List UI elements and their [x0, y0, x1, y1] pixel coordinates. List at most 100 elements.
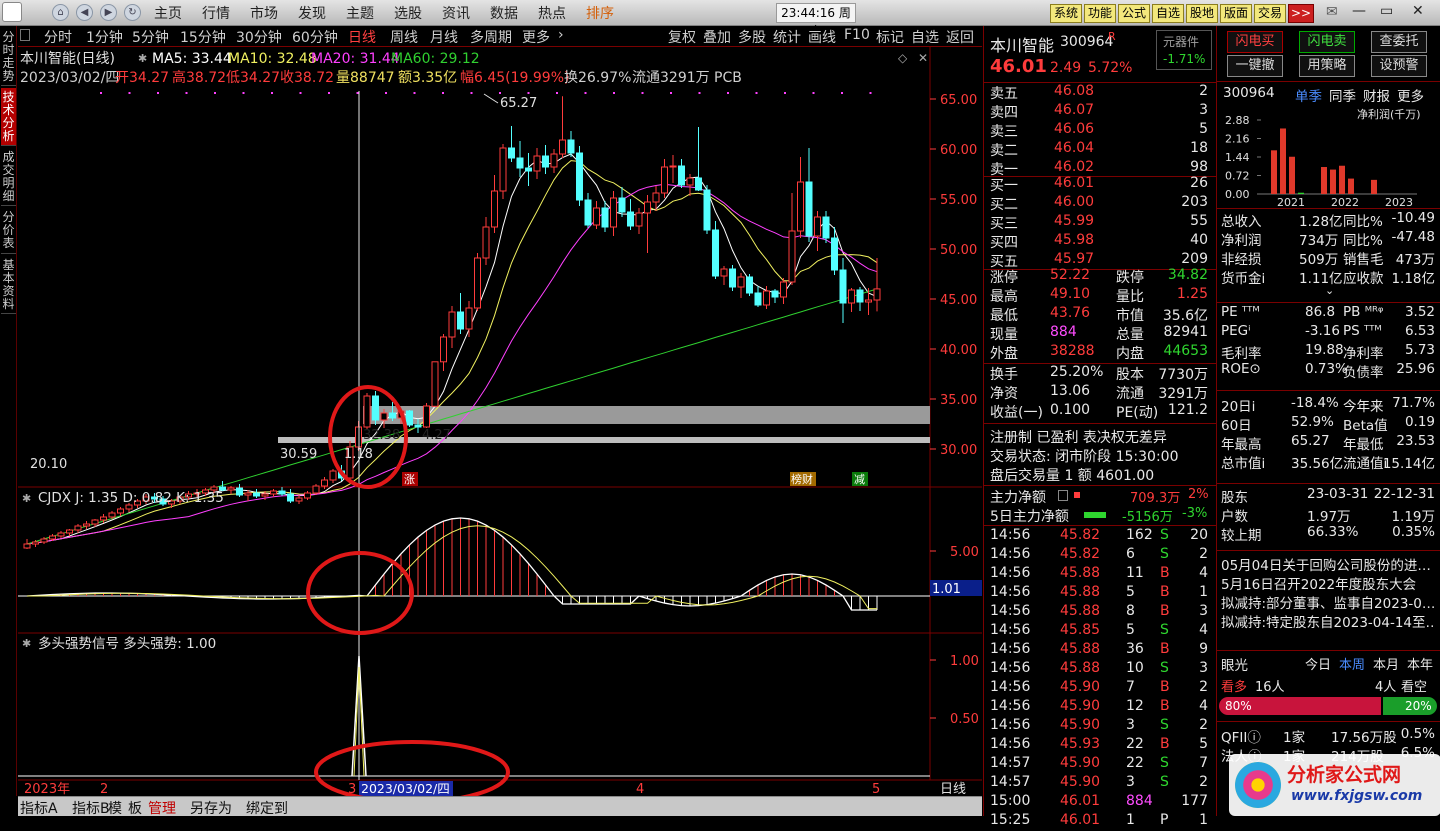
- expand-chevron-icon[interactable]: ⌄: [1325, 284, 1334, 297]
- flash-sell-button[interactable]: 闪电卖: [1299, 31, 1355, 53]
- period-daily[interactable]: 日线: [348, 27, 376, 47]
- period-30min[interactable]: 30分钟: [236, 27, 282, 47]
- tool-draw[interactable]: 画线: [808, 27, 836, 47]
- tickrows-row[interactable]: 14:56 45.90 3 S 2: [990, 717, 1212, 736]
- askrows-row[interactable]: 卖二 46.04 18: [990, 140, 1212, 159]
- watchlist-button[interactable]: 自选: [1152, 4, 1184, 23]
- board-tab[interactable]: 板: [128, 798, 142, 818]
- period-monthly[interactable]: 月线: [430, 27, 458, 47]
- bidrows-row[interactable]: 买二 46.00 203: [990, 194, 1212, 213]
- minimize-icon[interactable]: —: [1352, 3, 1366, 19]
- menu-hot[interactable]: 热点: [538, 3, 566, 23]
- valrows-row[interactable]: 毛利率 19.88 净利率 5.73: [1221, 342, 1437, 362]
- tool-multi-stock[interactable]: 多股: [738, 27, 766, 47]
- valrows-row[interactable]: PEGⁱ -3.16 PS ᵀᵀᴹ 6.53: [1221, 323, 1437, 342]
- trade-button[interactable]: 交易: [1254, 4, 1286, 23]
- view-tab-today[interactable]: 今日: [1305, 654, 1331, 673]
- tickrows-row[interactable]: 14:56 45.88 10 S 3: [990, 660, 1212, 679]
- bidrows-row[interactable]: 买四 45.98 40: [990, 232, 1212, 251]
- kline-settings-icon[interactable]: ✱: [138, 52, 147, 65]
- tab-fundamentals[interactable]: 基本资料: [1, 256, 16, 314]
- tickrows-row[interactable]: 14:56 45.82 162 S 20: [990, 527, 1212, 546]
- function-button[interactable]: 功能: [1084, 4, 1116, 23]
- tool-watchlist[interactable]: 自选: [911, 27, 939, 47]
- perfrows-row[interactable]: 总市值i 35.56亿 流通值i 15.14亿: [1221, 452, 1437, 472]
- period-60min[interactable]: 60分钟: [292, 27, 338, 47]
- indicator-a-tab[interactable]: 指标A: [20, 798, 58, 818]
- signal-settings-icon[interactable]: ✱: [22, 637, 31, 650]
- perfrows-row[interactable]: 20日i -18.4% 今年来 71.7%: [1221, 395, 1437, 415]
- tickrows-row[interactable]: 15:25 46.01 1 P 1: [990, 812, 1212, 831]
- tickrows-row[interactable]: 14:56 45.88 11 B 4: [990, 565, 1212, 584]
- forward-nav-icon[interactable]: ▶: [100, 4, 117, 21]
- tickrows-row[interactable]: 14:56 45.90 12 B 4: [990, 698, 1212, 717]
- period-weekly[interactable]: 周线: [390, 27, 418, 47]
- menu-sort[interactable]: 排序: [586, 3, 614, 23]
- bidrows-row[interactable]: 买三 45.99 55: [990, 213, 1212, 232]
- tab-technical[interactable]: 技术分析: [1, 88, 16, 146]
- close-icon[interactable]: ✕: [1412, 3, 1424, 19]
- main-net-icon[interactable]: [1058, 490, 1068, 501]
- panel-close-icon[interactable]: ✕: [918, 51, 928, 65]
- holderrows-row[interactable]: 户数 1.97万 1.19万: [1221, 505, 1437, 525]
- statrows-row[interactable]: 外盘 38288 内盘 44653: [990, 343, 1212, 362]
- statrows-row[interactable]: 最低 43.76 市值 35.6亿: [990, 305, 1212, 324]
- statrows2-row[interactable]: 收益(一) 0.100 PE(动) 121.2: [990, 402, 1212, 421]
- view-tab-month[interactable]: 本月: [1373, 654, 1399, 673]
- menu-data[interactable]: 数据: [490, 3, 518, 23]
- period-5min[interactable]: 5分钟: [132, 27, 169, 47]
- back-nav-icon[interactable]: ◀: [76, 4, 93, 21]
- billboard-tag[interactable]: 榜财: [791, 472, 813, 486]
- formula-button[interactable]: 公式: [1118, 4, 1150, 23]
- askrows-row[interactable]: 卖四 46.07 3: [990, 102, 1212, 121]
- tool-f10[interactable]: F10: [844, 27, 870, 43]
- menu-discover[interactable]: 发现: [298, 3, 326, 23]
- tab-trade-detail[interactable]: 成交明细: [1, 148, 16, 206]
- tool-stats[interactable]: 统计: [773, 27, 801, 47]
- tickrows-row[interactable]: 14:57 45.90 22 S 7: [990, 755, 1212, 774]
- bind-to-tab[interactable]: 绑定到: [246, 798, 288, 818]
- chevron-right-icon[interactable]: ›: [558, 27, 564, 43]
- set-alert-button[interactable]: 设预警: [1371, 55, 1427, 77]
- tool-back[interactable]: 返回: [946, 27, 974, 47]
- cancel-all-button[interactable]: 一键撤: [1227, 55, 1283, 77]
- tickrows-row[interactable]: 14:56 45.82 6 S 2: [990, 546, 1212, 565]
- layout-button[interactable]: 版面: [1220, 4, 1252, 23]
- statrows-row[interactable]: 涨停 52.22 跌停 34.82: [990, 267, 1212, 286]
- newsrows-row[interactable]: 05月04日关于回购公司股份的进…: [1221, 554, 1437, 574]
- panel-collapse-icon[interactable]: ◇: [898, 51, 908, 65]
- period-more[interactable]: 更多: [522, 27, 550, 47]
- cjdx-settings-icon[interactable]: ✱: [22, 492, 31, 505]
- tickrows-row[interactable]: 14:56 45.88 5 B 1: [990, 584, 1212, 603]
- holderrows-row[interactable]: 较上期 66.33% 0.35%: [1221, 524, 1437, 544]
- statrows-row[interactable]: 最高 49.10 量比 1.25: [990, 286, 1212, 305]
- view-tab-week[interactable]: 本周: [1339, 654, 1365, 673]
- indicator-b-tab[interactable]: 指标B: [72, 798, 110, 818]
- manage-tab[interactable]: 管理: [148, 798, 176, 818]
- refresh-nav-icon[interactable]: ↻: [124, 4, 141, 21]
- tab-price-table[interactable]: 分价表: [1, 208, 16, 254]
- maximize-icon[interactable]: ▭: [1380, 3, 1393, 19]
- askrows-row[interactable]: 卖三 46.06 5: [990, 121, 1212, 140]
- stock-map-button[interactable]: 股地: [1186, 4, 1218, 23]
- tickrows-row[interactable]: 14:56 45.93 22 B 5: [990, 736, 1212, 755]
- askrows-row[interactable]: 卖五 46.08 2: [990, 83, 1212, 102]
- tab-intraday[interactable]: 分时走势: [1, 28, 16, 86]
- finrows-row[interactable]: 总收入 1.28亿 同比% -10.49: [1221, 210, 1437, 230]
- tickrows-row[interactable]: 15:00 46.01 884 177: [990, 793, 1212, 812]
- perfrows-row[interactable]: 年最高 65.27 年最低 23.53: [1221, 433, 1437, 453]
- bidrows-row[interactable]: 买一 46.01 26: [990, 175, 1212, 194]
- sector-box[interactable]: 元器件 -1.71%: [1156, 30, 1212, 70]
- menu-news[interactable]: 资讯: [442, 3, 470, 23]
- statrows2-row[interactable]: 净资 13.06 流通 3291万: [990, 383, 1212, 402]
- instrows-row[interactable]: QFIIⓘ 1家 17.56万股 0.5%: [1221, 726, 1437, 746]
- tickrows-row[interactable]: 14:56 45.85 5 S 4: [990, 622, 1212, 641]
- more-button[interactable]: >>: [1288, 4, 1314, 23]
- tool-overlay[interactable]: 叠加: [703, 27, 731, 47]
- menu-market[interactable]: 市场: [250, 3, 278, 23]
- use-strategy-button[interactable]: 用策略: [1299, 55, 1355, 77]
- system-button[interactable]: 系统: [1050, 4, 1082, 23]
- tool-adjust[interactable]: 复权: [668, 27, 696, 47]
- period-intraday[interactable]: 分时: [44, 27, 72, 47]
- menu-stock-picker[interactable]: 选股: [394, 3, 422, 23]
